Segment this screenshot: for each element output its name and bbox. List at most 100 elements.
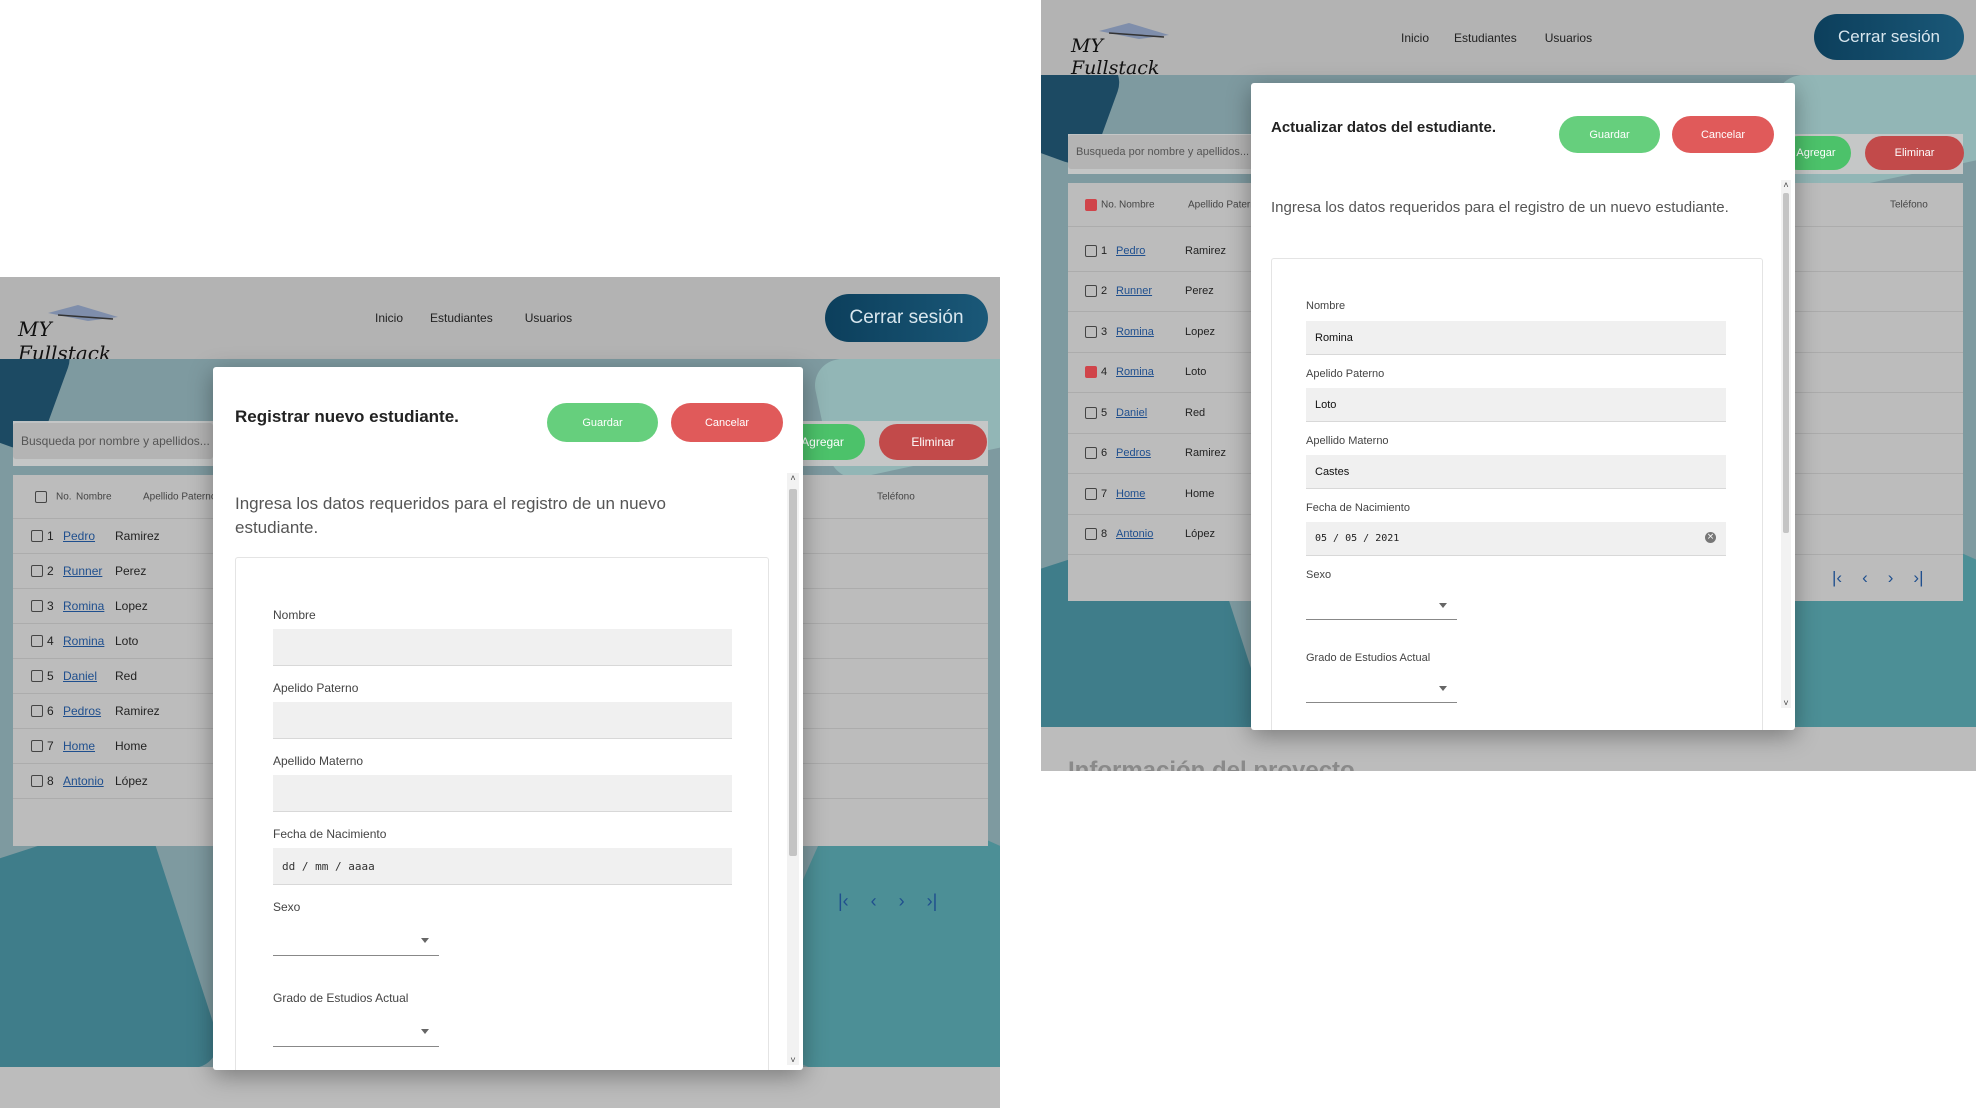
nav-usuarios[interactable]: Usuarios [1545,31,1592,45]
nav-inicio[interactable]: Inicio [375,311,403,325]
student-name-link[interactable]: Romina [63,634,104,648]
row-checkbox[interactable] [1085,406,1097,419]
register-screen: MY Fullstack Inicio Estudiantes Usuarios… [0,277,1000,1108]
modal-scrollbar[interactable]: ˄ ˅ [787,473,799,1065]
modal-title: Actualizar datos del estudiante. [1271,119,1497,136]
row-apellido: Red [1185,406,1206,419]
select-all-checkbox[interactable] [1085,198,1097,211]
student-name-link[interactable]: Home [63,739,95,753]
materno-field[interactable] [273,775,732,812]
student-name-link[interactable]: Pedro [63,529,95,543]
grado-select[interactable] [1306,670,1457,703]
main-nav: Inicio Estudiantes Usuarios [375,311,572,325]
row-checkbox[interactable] [1085,528,1097,541]
row-checkbox[interactable] [1085,447,1097,460]
form-card: Nombre Romina Apelido Paterno Loto Apell… [1271,258,1763,730]
paterno-field[interactable] [273,702,732,739]
logout-button[interactable]: Cerrar sesión [825,294,988,342]
student-name-link[interactable]: Pedro [1116,245,1145,257]
cancel-button[interactable]: Cancelar [1672,116,1774,153]
fecha-field[interactable]: dd / mm / aaaa [273,848,732,885]
student-name-link[interactable]: Antonio [1116,528,1153,540]
row-checkbox[interactable] [1085,325,1097,338]
scrollbar-thumb[interactable] [1783,193,1789,533]
row-checkbox[interactable] [1085,487,1097,500]
student-name-link[interactable]: Daniel [63,669,97,683]
row-apellido: Home [115,739,148,753]
select-all-checkbox[interactable] [35,490,47,503]
student-name-link[interactable]: Romina [1116,326,1154,338]
header-apellido: Apellido Paterno [143,491,217,502]
prev-page-icon[interactable]: ‹ [1862,568,1868,588]
save-button[interactable]: Guardar [1559,116,1660,153]
row-checkbox[interactable] [1085,366,1097,379]
student-name-link[interactable]: Runner [63,564,102,578]
grado-select[interactable] [273,1011,439,1047]
student-name-link[interactable]: Antonio [63,774,104,788]
row-number: 2 [47,564,54,578]
search-input[interactable]: Busqueda por nombre y apellidos... [1068,135,1258,169]
pagination: |‹ ‹ › ›| [1832,568,1924,588]
scroll-up-icon[interactable]: ˄ [1781,180,1791,190]
row-apellido: Ramirez [115,529,160,543]
row-checkbox[interactable] [31,775,43,787]
scroll-down-icon[interactable]: ˅ [787,1055,799,1065]
scroll-up-icon[interactable]: ˄ [787,473,799,483]
sexo-select[interactable] [1306,587,1457,620]
row-checkbox[interactable] [31,600,43,612]
scrollbar-thumb[interactable] [789,489,797,856]
row-checkbox[interactable] [1085,285,1097,298]
row-number: 6 [1101,447,1108,460]
row-checkbox[interactable] [31,530,43,542]
paterno-field[interactable]: Loto [1306,388,1726,422]
grado-label: Grado de Estudios Actual [1306,652,1431,664]
student-name-link[interactable]: Pedros [1116,447,1151,459]
scroll-down-icon[interactable]: ˅ [1781,698,1791,708]
row-apellido: Lopez [1185,325,1215,338]
student-name-link[interactable]: Home [1116,488,1145,500]
nav-usuarios[interactable]: Usuarios [525,311,572,325]
row-checkbox[interactable] [31,565,43,577]
save-button[interactable]: Guardar [547,403,658,442]
next-page-icon[interactable]: › [1888,568,1894,588]
student-name-link[interactable]: Daniel [1116,407,1147,419]
fecha-field[interactable]: 05 / 05 / 2021 × [1306,522,1726,556]
student-name-link[interactable]: Runner [1116,285,1152,297]
next-page-icon[interactable]: › [899,891,905,912]
row-checkbox[interactable] [1085,244,1097,257]
sexo-select[interactable] [273,920,439,956]
materno-field[interactable]: Castes [1306,455,1726,489]
delete-button[interactable]: Eliminar [879,424,987,460]
row-apellido: López [115,774,148,788]
student-name-link[interactable]: Pedros [63,704,101,718]
nombre-field[interactable] [273,629,732,666]
row-checkbox[interactable] [31,705,43,717]
first-page-icon[interactable]: |‹ [1832,568,1842,588]
student-name-link[interactable]: Romina [1116,366,1154,378]
cancel-button[interactable]: Cancelar [671,403,783,442]
row-number: 8 [47,774,54,788]
row-checkbox[interactable] [31,635,43,647]
modal-scrollbar[interactable]: ˄ ˅ [1781,180,1791,708]
main-nav: Inicio Estudiantes Usuarios [1401,31,1592,45]
nav-estudiantes[interactable]: Estudiantes [1454,31,1517,45]
row-checkbox[interactable] [31,740,43,752]
app-logo[interactable]: MY Fullstack [18,291,133,365]
delete-button[interactable]: Eliminar [1865,136,1964,170]
last-page-icon[interactable]: ›| [1913,568,1923,588]
nav-inicio[interactable]: Inicio [1401,31,1429,45]
app-logo[interactable]: MY Fullstack [1071,13,1181,79]
last-page-icon[interactable]: ›| [927,891,938,912]
student-name-link[interactable]: Romina [63,599,104,613]
prev-page-icon[interactable]: ‹ [871,891,877,912]
first-page-icon[interactable]: |‹ [838,891,849,912]
logout-button[interactable]: Cerrar sesión [1814,14,1964,60]
row-checkbox[interactable] [31,670,43,682]
clear-date-icon[interactable]: × [1705,532,1716,543]
modal-intro: Ingresa los datos requeridos para el reg… [1271,199,1729,216]
sexo-label: Sexo [273,900,301,914]
nav-estudiantes[interactable]: Estudiantes [430,311,493,325]
search-input[interactable]: Busqueda por nombre y apellidos... [13,423,213,459]
nombre-field[interactable]: Romina [1306,321,1726,355]
modal-intro: Ingresa los datos requeridos para el reg… [235,494,666,537]
